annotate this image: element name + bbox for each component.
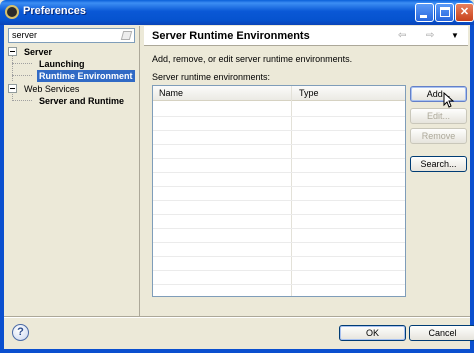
preference-tree: Server Launching Runtime Environment Web… (8, 45, 135, 315)
cancel-button[interactable]: Cancel (409, 325, 474, 341)
column-header-type[interactable]: Type (299, 88, 319, 98)
page-description: Add, remove, or edit server runtime envi… (152, 54, 353, 64)
table-row (153, 214, 405, 215)
pane-divider[interactable] (139, 26, 140, 316)
page-title: Server Runtime Environments (152, 30, 310, 42)
table-row (153, 186, 405, 187)
table-row (153, 172, 405, 173)
collapse-icon[interactable] (8, 84, 17, 93)
tree-item-label: Runtime Environment (37, 70, 135, 82)
filter-input[interactable]: server (8, 28, 135, 43)
close-button[interactable]: ✕ (455, 3, 474, 22)
clear-filter-icon[interactable] (120, 31, 133, 40)
window-title: Preferences (23, 5, 86, 17)
tree-item-label: Server (24, 47, 53, 57)
runtimes-list-label: Server runtime environments: (152, 72, 271, 82)
window-frame-left (0, 25, 4, 353)
table-row (153, 158, 405, 159)
maximize-button[interactable] (435, 3, 454, 22)
table-row (153, 256, 405, 257)
window-frame-right (470, 25, 474, 353)
add-button[interactable]: Add... (410, 86, 467, 102)
eclipse-icon (5, 5, 19, 19)
close-icon: ✕ (459, 6, 470, 18)
remove-button[interactable]: Remove (410, 128, 467, 144)
table-row (153, 116, 405, 117)
runtimes-table[interactable]: Name Type (152, 85, 406, 297)
dialog-separator (4, 316, 470, 318)
search-button[interactable]: Search... (410, 156, 467, 172)
tree-item-label: Server and Runtime (39, 96, 125, 106)
tree-item-label: Web Services (24, 84, 80, 94)
tree-item-runtime-environment[interactable]: Runtime Environment (8, 70, 135, 82)
column-divider[interactable] (291, 86, 292, 296)
window-frame-bottom (0, 349, 474, 353)
tree-item-web-services[interactable]: Web Services (8, 83, 135, 95)
tree-item-launching[interactable]: Launching (8, 58, 135, 70)
filter-text: server (12, 30, 38, 40)
table-row (153, 130, 405, 131)
page-header: Server Runtime Environments ⇦ ⇨ ▼ (144, 26, 468, 46)
title-bar: Preferences ✕ (0, 0, 474, 25)
ok-button[interactable]: OK (339, 325, 406, 341)
table-row (153, 270, 405, 271)
collapse-icon[interactable] (8, 47, 17, 56)
column-header-name[interactable]: Name (159, 88, 183, 98)
minimize-icon (420, 15, 427, 18)
table-row (153, 200, 405, 201)
tree-item-label: Launching (39, 59, 85, 69)
table-row (153, 228, 405, 229)
help-icon[interactable]: ? (12, 324, 29, 341)
table-row (153, 284, 405, 285)
table-header: Name Type (153, 86, 405, 101)
back-arrow-icon[interactable]: ⇦ (398, 30, 409, 41)
tree-item-server[interactable]: Server (8, 46, 135, 58)
edit-button[interactable]: Edit... (410, 108, 467, 124)
view-menu-icon[interactable]: ▼ (451, 30, 462, 41)
tree-item-server-and-runtime[interactable]: Server and Runtime (8, 95, 135, 107)
minimize-button[interactable] (415, 3, 434, 22)
forward-arrow-icon[interactable]: ⇨ (426, 30, 437, 41)
table-row (153, 144, 405, 145)
maximize-icon (440, 7, 450, 17)
table-row (153, 242, 405, 243)
